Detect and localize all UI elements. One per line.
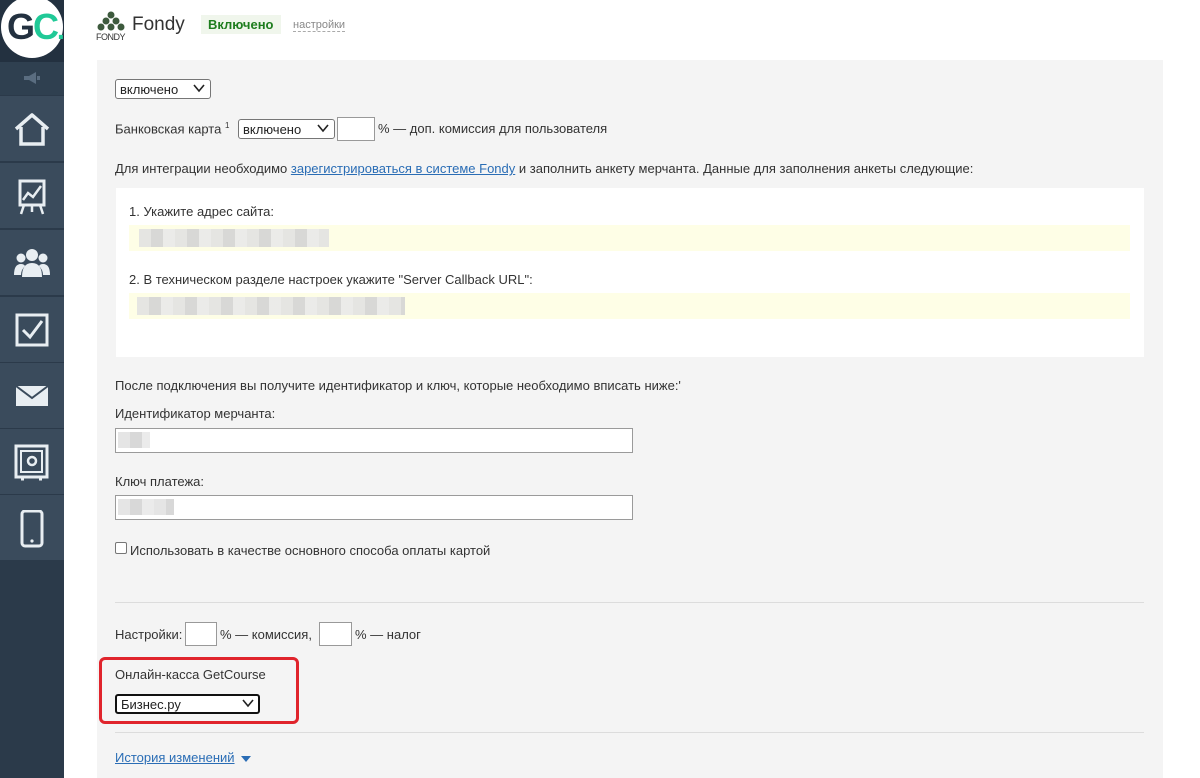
sidebar-item-safe[interactable] <box>0 429 64 495</box>
bank-card-select-wrap: включено <box>238 119 335 139</box>
sidebar-item-home[interactable] <box>0 96 64 162</box>
sidebar-item-mobile[interactable] <box>0 495 64 561</box>
online-kassa-select[interactable]: Бизнес.ру <box>115 694 260 714</box>
integration-text-before: Для интеграции необходимо <box>115 161 291 176</box>
history-link-text: История изменений <box>115 750 235 765</box>
logo-dot: . <box>57 14 65 45</box>
logo-accent: C <box>33 6 59 47</box>
announce-toggle[interactable] <box>0 62 64 95</box>
mail-icon <box>15 385 49 406</box>
settings-panel: включено Банковская карта 1 включено % —… <box>97 60 1163 778</box>
site-address-value[interactable] <box>129 225 1130 251</box>
after-connect-text: После подключения вы получите идентифика… <box>115 378 681 393</box>
merchant-id-label: Идентификатор мерчанта: <box>115 406 276 421</box>
step-callback-url-label: 2. В техническом разделе настроек укажит… <box>129 272 533 287</box>
settings-commission-text: % — комиссия, <box>220 627 312 642</box>
integration-text-after: и заполнить анкету мерчанта. Данные для … <box>515 161 974 176</box>
settings-link[interactable]: настройки <box>293 19 346 32</box>
sidebar-item-tasks[interactable] <box>0 297 64 363</box>
fondy-logo-word: FONDY <box>96 32 126 42</box>
bank-card-commission-input[interactable] <box>337 117 375 141</box>
divider <box>115 602 1144 603</box>
main-status-select-wrap: включено <box>115 79 211 99</box>
caret-down-icon <box>240 755 251 762</box>
redacted-callback-url <box>137 297 405 315</box>
integration-text: Для интеграции необходимо зарегистрирова… <box>115 161 973 176</box>
status-badge: Включено <box>201 15 281 34</box>
sidebar-empty-area <box>0 561 64 778</box>
settings-tax-input[interactable] <box>319 622 352 646</box>
sidebar-item-messages[interactable] <box>0 363 64 429</box>
online-kassa-label: Онлайн-касса GetCourse <box>115 667 266 682</box>
step-site-address-label: 1. Укажите адрес сайта: <box>129 204 274 219</box>
merchant-info-box: 1. Укажите адрес сайта: 2. В техническом… <box>116 188 1144 357</box>
register-fondy-link[interactable]: зарегистрироваться в системе Fondy <box>291 161 515 176</box>
megaphone-icon <box>24 72 40 84</box>
divider <box>115 732 1144 733</box>
home-icon <box>14 113 50 146</box>
settings-tax-text: % — налог <box>355 627 421 642</box>
fondy-logo: FONDY <box>96 10 126 42</box>
bank-card-select[interactable]: включено <box>238 119 335 139</box>
fondy-logo-icon <box>97 11 125 31</box>
bank-card-commission-text: % — доп. комиссия для пользователя <box>378 121 608 136</box>
redacted-payment-key <box>118 499 174 515</box>
history-link[interactable]: История изменений <box>115 750 251 765</box>
redacted-merchant-id <box>118 432 150 448</box>
settings-commission-input[interactable] <box>185 622 217 646</box>
sidebar: GC. <box>0 0 65 778</box>
redacted-site-address <box>139 229 329 247</box>
logo-text: GC. <box>7 6 65 47</box>
safe-icon <box>14 444 49 481</box>
checkbox-icon <box>15 313 49 347</box>
settings-label: Настройки: <box>115 627 183 642</box>
page-title: Fondy <box>132 14 185 35</box>
bank-card-label: Банковская карта 1 <box>115 121 229 136</box>
mobile-icon <box>20 510 44 548</box>
main-status-select[interactable]: включено <box>115 79 211 99</box>
default-payment-checkbox[interactable] <box>115 542 127 554</box>
callback-url-value[interactable] <box>129 293 1130 319</box>
sidebar-item-reports[interactable] <box>0 163 64 229</box>
payment-key-input[interactable] <box>115 495 633 520</box>
bank-card-label-text: Банковская карта <box>115 121 222 137</box>
default-payment-label: Использовать в качестве основного способ… <box>130 543 491 558</box>
payment-key-label: Ключ платежа: <box>115 474 205 489</box>
users-icon <box>14 249 50 277</box>
sidebar-item-users[interactable] <box>0 230 64 296</box>
online-kassa-select-wrap: Бизнес.ру <box>115 694 260 714</box>
chart-board-icon <box>18 179 46 215</box>
bank-card-footnote: 1 <box>224 121 230 130</box>
gc-logo[interactable]: GC. <box>0 0 65 62</box>
merchant-id-input[interactable] <box>115 428 633 453</box>
